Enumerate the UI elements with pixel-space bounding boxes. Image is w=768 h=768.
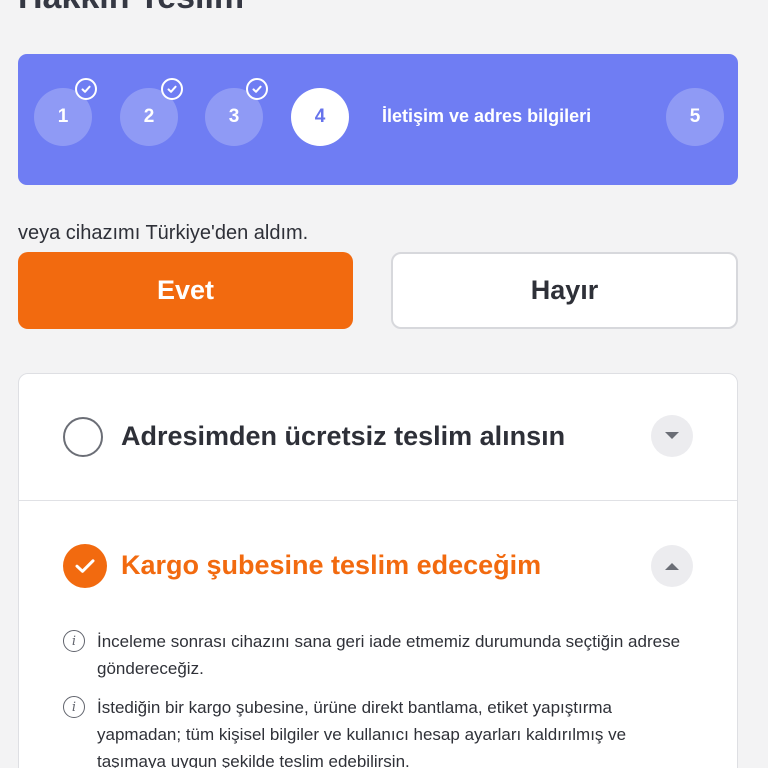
check-icon <box>161 78 183 100</box>
info-text-return-address: İnceleme sonrası cihazını sana geri iade… <box>97 632 681 678</box>
step-1[interactable]: 1 <box>34 78 97 146</box>
delivery-options-card: Adresimden ücretsiz teslim alınsın Kargo… <box>18 373 738 768</box>
check-icon <box>246 78 268 100</box>
radio-checked[interactable] <box>63 544 107 588</box>
step-5[interactable]: 5 <box>666 88 724 146</box>
yes-button[interactable]: Evet <box>18 252 353 329</box>
radio-unchecked[interactable] <box>63 417 103 457</box>
step-3[interactable]: 3 <box>205 78 268 146</box>
current-step-label: İletişim ve adres bilgileri <box>382 106 592 126</box>
option-home-pickup-label: Adresimden ücretsiz teslim alınsın <box>121 421 566 451</box>
page-heading-cutoff: Hakkın Teslim <box>18 0 244 17</box>
check-icon <box>75 78 97 100</box>
question-text: veya cihazımı Türkiye'den aldım. <box>18 222 309 244</box>
chevron-up-icon[interactable] <box>651 545 693 587</box>
option-home-pickup[interactable]: Adresimden ücretsiz teslim alınsın <box>19 374 737 500</box>
progress-stepper: 1 2 3 4 İletişim ve adres bilgileri 5 <box>18 54 738 185</box>
info-text-cargo-instructions: İstediğin bir kargo şubesine, ürüne dire… <box>97 698 627 768</box>
chevron-down-icon[interactable] <box>651 415 693 457</box>
info-icon: i <box>63 696 85 718</box>
check-icon <box>75 559 95 573</box>
info-item-cargo-instructions: i İstediğin bir kargo şubesine, ürüne di… <box>63 694 693 768</box>
step-4-current[interactable]: 4 <box>291 88 349 146</box>
page: Hakkın Teslim 1 2 3 4 İletişim ve adres … <box>0 0 768 768</box>
option-cargo-branch[interactable]: Kargo şubesine teslim edeceğim <box>19 500 737 600</box>
faded-question-line <box>18 197 718 217</box>
no-button[interactable]: Hayır <box>391 252 738 329</box>
step-2[interactable]: 2 <box>120 78 183 146</box>
info-icon: i <box>63 630 85 652</box>
info-item-return-address: i İnceleme sonrası cihazını sana geri ia… <box>63 628 693 682</box>
option-cargo-branch-label: Kargo şubesine teslim edeceğim <box>121 550 542 580</box>
